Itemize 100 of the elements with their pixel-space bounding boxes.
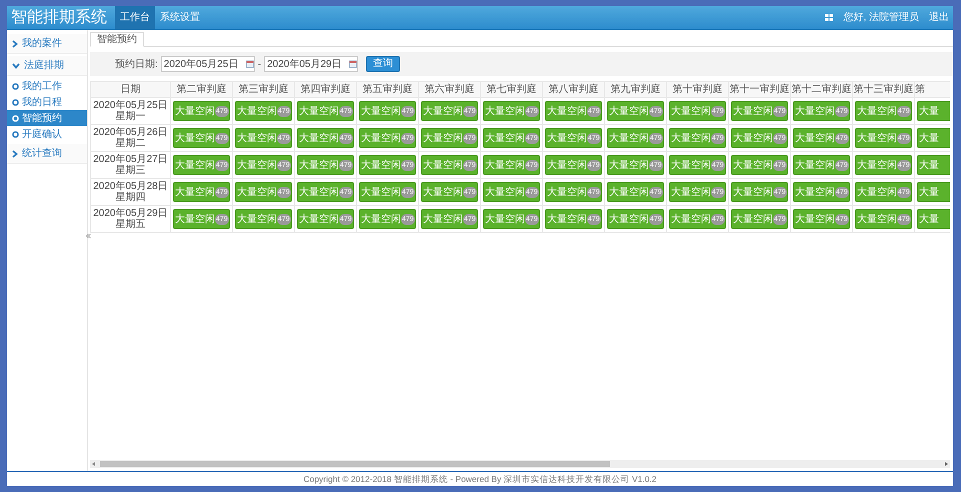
nav-tab[interactable]: 工作台 [115,6,155,30]
slot-label: 大量 [919,212,939,226]
end-date-field[interactable]: 2020年05月29日 [264,56,358,72]
slot-label: 大量空闲 [609,158,649,172]
sidebar-item[interactable]: 统计查询 [7,144,87,164]
slot-label: 大量空闲 [485,132,525,146]
availability-slot[interactable]: 大量 [917,182,950,202]
column-header: 第十三审判庭 [852,82,914,98]
slot-label: 大量空闲 [237,104,277,118]
slot-label: 大量空闲 [423,212,463,226]
slot-label: 大量空闲 [547,104,587,118]
column-header: 第十审判庭 [666,82,728,98]
sidebar-item[interactable]: 我的案件 [7,34,87,54]
grid-icon[interactable] [825,14,834,21]
slot-label: 大量 [919,158,939,172]
slot-label: 大量 [919,186,939,200]
date-cell: 2020年05月27日 星期三 [90,152,170,178]
chevron-down-icon [12,62,20,68]
sidebar-subitem[interactable]: 开庭确认 [7,126,87,142]
slot-label: 大量空闲 [733,104,773,118]
query-button[interactable]: 查询 [366,56,400,72]
slot-label: 大量空闲 [423,104,463,118]
horizontal-scrollbar[interactable] [90,460,950,468]
chevron-right-icon [12,150,18,158]
slot-label: 大量空闲 [485,186,525,200]
slot-label: 大量空闲 [671,132,711,146]
column-header: 第二审判庭 [170,82,232,98]
availability-slot[interactable]: 大量 [917,155,950,175]
date-cell: 2020年05月25日 星期一 [90,98,170,124]
slot-label: 大量空闲 [299,158,339,172]
column-header: 第十二审判庭 [790,82,852,98]
slot-label: 大量空闲 [609,104,649,118]
column-header: 第六审判庭 [418,82,480,98]
column-header: 日期 [90,82,170,98]
slot-label: 大量空闲 [609,186,649,200]
column-header: 第十一审判庭 [728,82,790,98]
sidebar-item[interactable]: 法庭排期 [7,56,87,76]
slot-label: 大量空闲 [237,132,277,146]
circle-icon [12,114,19,122]
start-date-field[interactable]: 2020年05月25日 [160,56,255,72]
slot-label: 大量空闲 [423,186,463,200]
slot-label: 大量空闲 [361,104,401,118]
sidebar-subitem[interactable]: 我的工作 [7,78,87,94]
availability-slot[interactable]: 大量 [917,101,950,121]
circle-icon [12,98,19,106]
circle-icon [12,130,19,138]
slot-label: 大量空闲 [857,186,897,200]
slot-label: 大量空闲 [361,186,401,200]
slot-label: 大量空闲 [547,158,587,172]
collapse-icon[interactable] [86,233,91,239]
slot-label: 大量空闲 [299,212,339,226]
copyright-text: Copyright © 2012-2018 智能排期系统 - Powered By 深圳市实信达科技开发有限公司 V1.0.2 [303,472,657,486]
slot-label: 大量空闲 [237,158,277,172]
column-header: 第九审判庭 [604,82,666,98]
slot-label: 大量空闲 [485,212,525,226]
user-greeting[interactable]: 您好, 法院管理员 [843,10,919,25]
slot-label: 大量空闲 [299,186,339,200]
slot-label: 大量空闲 [733,212,773,226]
slot-label: 大量空闲 [733,158,773,172]
slot-label: 大量空闲 [857,158,897,172]
calendar-icon[interactable] [246,60,254,68]
slot-label: 大量空闲 [361,158,401,172]
column-header: 第四审判庭 [294,82,356,98]
slot-label: 大量空闲 [237,212,277,226]
content-tab[interactable]: 智能预约 [90,32,144,47]
date-label: 预约日期: [115,58,158,72]
date-cell: 2020年05月28日 星期四 [90,178,170,206]
column-header: 第 [914,82,950,98]
slot-label: 大量空闲 [857,212,897,226]
nav-tab[interactable]: 系统设置 [155,6,205,30]
slot-label: 大量 [919,132,939,146]
slot-label: 大量空闲 [795,212,835,226]
slot-label: 大量空闲 [299,104,339,118]
availability-slot[interactable]: 大量 [917,209,950,229]
slot-label: 大量空闲 [671,186,711,200]
availability-slot[interactable]: 大量 [917,128,950,148]
slot-label: 大量空闲 [733,132,773,146]
column-header: 第五审判庭 [356,82,418,98]
calendar-icon[interactable] [349,60,358,68]
circle-icon [12,82,19,90]
logout-link[interactable]: 退出 [929,10,949,25]
column-header: 第三审判庭 [232,82,294,98]
slot-label: 大量空闲 [299,132,339,146]
slot-label: 大量空闲 [795,158,835,172]
slot-label: 大量空闲 [547,186,587,200]
sidebar-subitem[interactable]: 我的日程 [7,94,87,110]
slot-label: 大量空闲 [175,158,215,172]
slot-label: 大量空闲 [671,104,711,118]
column-header: 第八审判庭 [542,82,604,98]
slot-label: 大量空闲 [547,132,587,146]
slot-label: 大量空闲 [547,212,587,226]
slot-label: 大量空闲 [423,158,463,172]
slot-label: 大量空闲 [795,104,835,118]
slot-label: 大量空闲 [733,186,773,200]
slot-label: 大量空闲 [671,158,711,172]
date-cell: 2020年05月26日 星期二 [90,124,170,152]
slot-label: 大量空闲 [609,212,649,226]
slot-label: 大量空闲 [175,186,215,200]
sidebar-subitem[interactable]: 智能预约 [7,110,87,126]
slot-label: 大量空闲 [175,104,215,118]
